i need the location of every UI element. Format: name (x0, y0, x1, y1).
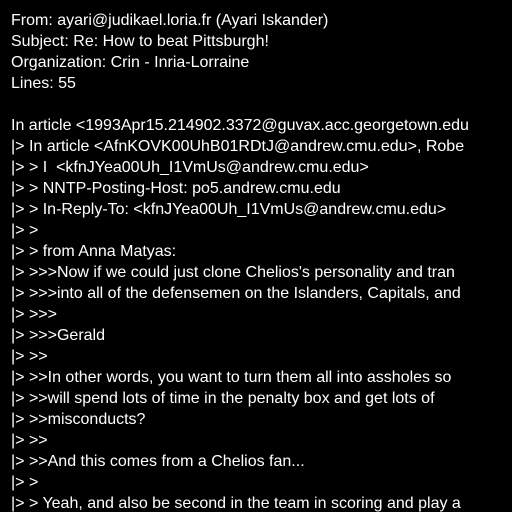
message-text: From: ayari@judikael.loria.fr (Ayari Isk… (11, 10, 512, 512)
body-line: |> >>And this comes from a Chelios fan..… (11, 453, 305, 470)
body-line: |> > In-Reply-To: <kfnJYea00Uh_I1VmUs@an… (11, 201, 447, 218)
body-line: |> >> (11, 432, 48, 449)
body-line: |> >> (11, 348, 48, 365)
body-line: |> >>misconducts? (11, 411, 146, 428)
message-view: From: ayari@judikael.loria.fr (Ayari Isk… (0, 0, 512, 512)
body-line: |> >>In other words, you want to turn th… (11, 369, 452, 386)
from-line: From: ayari@judikael.loria.fr (Ayari Isk… (11, 12, 329, 29)
body-line: |> > (11, 222, 39, 239)
body-line: |> >>will spend lots of time in the pena… (11, 390, 435, 407)
body-line: |> In article <AfnKOVK00UhB01RDtJ@andrew… (11, 138, 465, 155)
lines-count-line: Lines: 55 (11, 75, 76, 92)
body-line: |> >>>Gerald (11, 327, 105, 344)
body-line: |> > I <kfnJYea00Uh_I1VmUs@andrew.cmu.ed… (11, 159, 369, 176)
body-line: |> >>> (11, 306, 57, 323)
organization-line: Organization: Crin - Inria-Lorraine (11, 54, 250, 71)
body-line: In article <1993Apr15.214902.3372@guvax.… (11, 117, 469, 134)
body-line: |> > (11, 474, 39, 491)
body-line: |> > Yeah, and also be second in the tea… (11, 495, 461, 512)
header-body-separator (11, 94, 512, 115)
body-line: |> > NNTP-Posting-Host: po5.andrew.cmu.e… (11, 180, 341, 197)
body-line: |> >>>Now if we could just clone Chelios… (11, 264, 455, 281)
body-line: |> > from Anna Matyas: (11, 243, 177, 260)
body-line: |> >>>into all of the defensemen on the … (11, 285, 461, 302)
subject-line: Subject: Re: How to beat Pittsburgh! (11, 33, 269, 50)
